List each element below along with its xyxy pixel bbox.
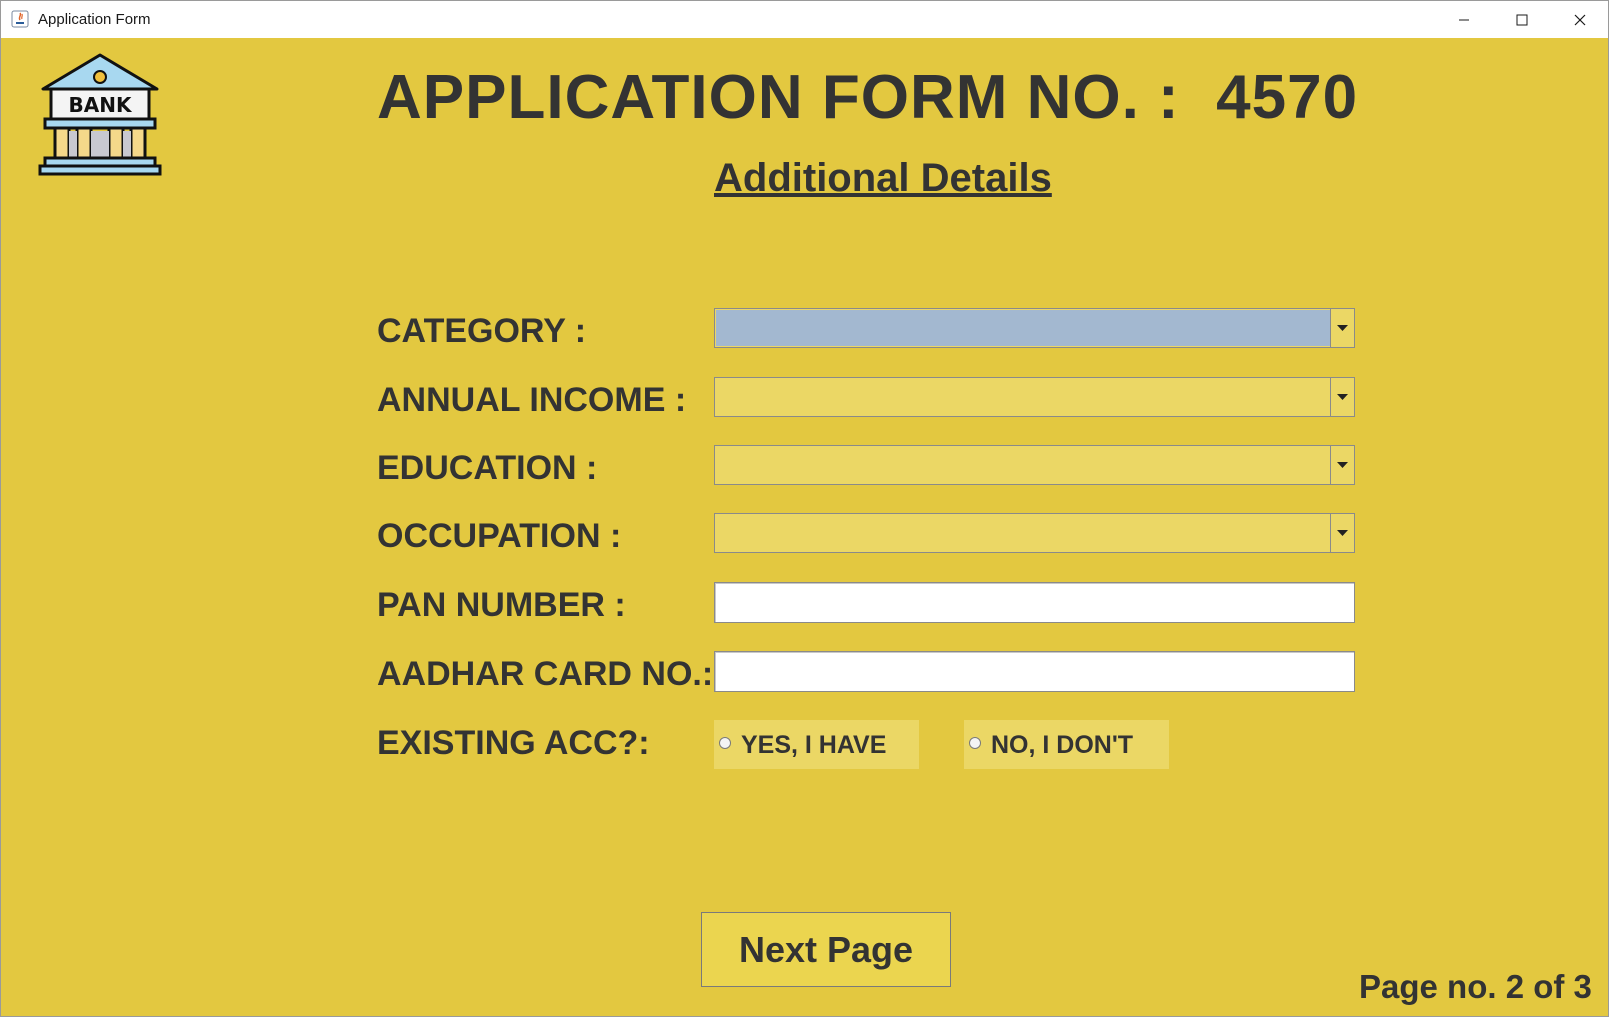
category-dropdown[interactable] <box>714 308 1355 348</box>
annual-income-value <box>716 379 1330 415</box>
existing-account-yes-radio[interactable]: YES, I HAVE <box>714 720 919 769</box>
annual-income-dropdown[interactable] <box>714 377 1355 417</box>
chevron-down-icon <box>1337 394 1348 400</box>
aadhar-input[interactable] <box>714 651 1355 692</box>
pan-number-input[interactable] <box>714 582 1355 623</box>
education-dropdown-arrow[interactable] <box>1330 446 1354 484</box>
no-option-label: NO, I DON'T <box>991 731 1134 759</box>
education-label: EDUCATION : <box>377 449 598 487</box>
annual-income-dropdown-arrow[interactable] <box>1330 378 1354 416</box>
next-page-button[interactable]: Next Page <box>701 912 951 987</box>
occupation-dropdown[interactable] <box>714 513 1355 553</box>
radio-circle-icon <box>719 737 731 749</box>
category-dropdown-arrow[interactable] <box>1330 309 1354 347</box>
education-dropdown[interactable] <box>714 445 1355 485</box>
chevron-down-icon <box>1337 325 1348 331</box>
title-bar: Application Form <box>1 1 1608 38</box>
maximize-button[interactable] <box>1493 1 1551 38</box>
minimize-icon <box>1459 19 1469 21</box>
pan-number-label: PAN NUMBER : <box>377 586 626 624</box>
window-title: Application Form <box>38 11 151 28</box>
aadhar-label: AADHAR CARD NO.: <box>377 655 714 693</box>
occupation-dropdown-arrow[interactable] <box>1330 514 1354 552</box>
section-title: Additional Details <box>714 156 1052 200</box>
java-app-icon <box>11 10 29 28</box>
existing-account-label: EXISTING ACC?: <box>377 724 650 762</box>
maximize-icon <box>1516 14 1528 26</box>
yes-option-label: YES, I HAVE <box>741 731 887 759</box>
application-form-window: Application Form BANK APPLICATION FORM N… <box>0 0 1609 1017</box>
education-value <box>716 447 1330 483</box>
annual-income-label: ANNUAL INCOME : <box>377 381 687 419</box>
form-heading: APPLICATION FORM NO. : 4570 <box>377 63 1359 132</box>
chevron-down-icon <box>1337 462 1348 468</box>
form-panel: BANK APPLICATION FORM NO. : 4570 Additio… <box>1 38 1608 1016</box>
occupation-label: OCCUPATION : <box>377 517 622 555</box>
category-value <box>716 310 1330 346</box>
logo-text: BANK <box>69 93 133 117</box>
page-indicator: Page no. 2 of 3 <box>1359 968 1592 1005</box>
existing-account-no-radio[interactable]: NO, I DON'T <box>964 720 1169 769</box>
radio-circle-icon <box>969 737 981 749</box>
close-icon <box>1574 14 1586 26</box>
minimize-button[interactable] <box>1435 1 1493 38</box>
category-label: CATEGORY : <box>377 312 587 350</box>
close-button[interactable] <box>1551 1 1608 38</box>
occupation-value <box>716 515 1330 551</box>
chevron-down-icon <box>1337 530 1348 536</box>
bank-logo-icon: BANK <box>38 53 162 176</box>
